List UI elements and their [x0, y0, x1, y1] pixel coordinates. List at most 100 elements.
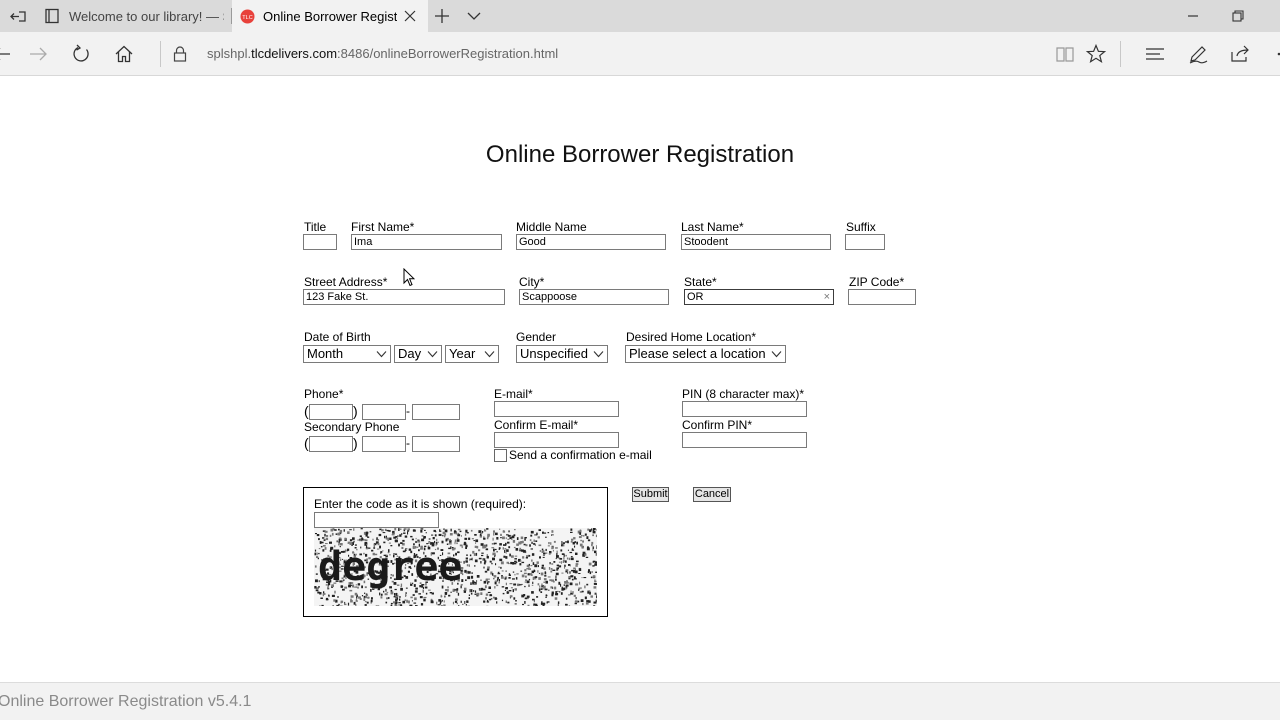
favorite-star-icon[interactable] [1085, 43, 1107, 65]
minimize-icon[interactable] [1183, 6, 1203, 26]
captcha-speck [538, 572, 541, 574]
chevron-down-icon[interactable] [464, 6, 484, 26]
new-tab-icon[interactable] [432, 6, 452, 26]
home-location-select[interactable]: Please select a location [625, 345, 786, 363]
send-confirmation-checkbox[interactable] [494, 449, 507, 462]
dob-day-select[interactable]: Day [394, 345, 442, 363]
captcha-speck [588, 562, 592, 566]
pin-field[interactable] [682, 401, 807, 417]
captcha-speck [464, 537, 468, 540]
phone-area-code-field[interactable] [309, 404, 353, 420]
captcha-speck [463, 541, 466, 544]
captcha-speck [423, 596, 427, 599]
captcha-speck [488, 587, 490, 589]
secondary-phone-line-field[interactable] [412, 436, 460, 452]
captcha-speck [543, 581, 545, 583]
captcha-speck [482, 559, 484, 561]
submit-button[interactable]: Submit [632, 487, 669, 502]
captcha-speck [561, 542, 564, 545]
cancel-button[interactable]: Cancel [693, 487, 731, 502]
last-name-field[interactable]: Stoodent [681, 234, 831, 250]
captcha-speck [561, 587, 564, 591]
address-bar[interactable]: splshpl.tlcdelivers.com:8486/onlineBorro… [207, 46, 558, 61]
dob-year-select[interactable]: Year [445, 345, 499, 363]
captcha-speck [483, 562, 486, 565]
captcha-speck [489, 594, 492, 596]
set-aside-tabs-button[interactable] [0, 0, 36, 32]
dob-month-select[interactable]: Month [303, 345, 391, 363]
confirm-email-field[interactable] [494, 432, 619, 448]
captcha-speck [365, 595, 367, 599]
tab-online-borrower-registration[interactable]: TLC Online Borrower Registr [232, 0, 428, 32]
refresh-icon[interactable] [70, 43, 92, 65]
web-note-pen-icon[interactable] [1187, 43, 1209, 65]
restore-icon[interactable] [1228, 6, 1248, 26]
captcha-speck [463, 560, 465, 564]
captcha-speck [408, 600, 410, 604]
captcha-speck [548, 542, 550, 545]
captcha-speck [480, 561, 482, 564]
captcha-speck [420, 528, 424, 530]
city-field[interactable]: Scappoose [519, 289, 669, 305]
suffix-field[interactable] [845, 234, 885, 250]
captcha-speck [586, 583, 589, 586]
captcha-speck [591, 544, 593, 547]
middle-name-field[interactable]: Good [516, 234, 666, 250]
captcha-speck [507, 541, 510, 544]
reading-view-icon[interactable] [1054, 43, 1076, 65]
captcha-speck [379, 592, 381, 596]
captcha-speck [560, 592, 563, 595]
captcha-speck [339, 529, 343, 533]
confirm-pin-field[interactable] [682, 432, 807, 448]
captcha-speck [364, 604, 367, 606]
captcha-speck [456, 537, 459, 539]
captcha-speck [550, 570, 553, 573]
tab-library-welcome[interactable]: Welcome to our library! — S [36, 0, 232, 32]
hub-icon[interactable] [1144, 43, 1166, 65]
lock-icon[interactable] [169, 43, 191, 65]
captcha-speck [454, 601, 458, 603]
more-icon[interactable] [1268, 43, 1280, 65]
captcha-speck [353, 528, 355, 531]
street-address-field[interactable]: 123 Fake St. [303, 289, 505, 305]
captcha-speck [500, 537, 502, 539]
first-name-field[interactable]: Ima [351, 234, 502, 250]
captcha-speck [575, 583, 579, 586]
chevron-down-icon [771, 351, 782, 358]
secondary-phone-prefix-field[interactable] [362, 436, 406, 452]
captcha-speck [555, 575, 557, 579]
back-icon[interactable] [0, 43, 12, 65]
captcha-speck [515, 548, 518, 551]
title-field[interactable] [303, 234, 337, 250]
captcha-speck [578, 568, 582, 571]
phone-line-field[interactable] [412, 404, 460, 420]
captcha-speck [532, 598, 535, 601]
zip-code-field[interactable] [848, 289, 916, 305]
captcha-speck [514, 558, 517, 560]
phone-prefix-field[interactable] [362, 404, 406, 420]
secondary-phone-area-code-field[interactable] [309, 436, 353, 452]
captcha-speck [534, 564, 538, 568]
captcha-speck [357, 539, 360, 541]
captcha-speck [501, 576, 504, 579]
captcha-speck [465, 557, 468, 560]
captcha-speck [570, 531, 573, 533]
home-icon[interactable] [113, 43, 135, 65]
gender-select[interactable]: Unspecified [516, 345, 608, 363]
captcha-speck [331, 532, 334, 536]
captcha-speck [567, 540, 569, 544]
captcha-speck [393, 596, 396, 598]
captcha-input[interactable] [314, 512, 439, 528]
clear-field-icon[interactable]: × [824, 290, 830, 304]
captcha-speck [465, 529, 468, 533]
forward-icon[interactable] [28, 43, 50, 65]
close-tab-icon[interactable] [402, 8, 418, 24]
captcha-speck [552, 549, 554, 552]
share-icon[interactable] [1229, 43, 1251, 65]
captcha-speck [492, 557, 495, 561]
captcha-speck [399, 534, 402, 537]
state-field[interactable]: OR × [684, 289, 834, 305]
email-field[interactable] [494, 401, 619, 417]
captcha-speck [386, 591, 389, 593]
captcha-speck [508, 590, 512, 592]
